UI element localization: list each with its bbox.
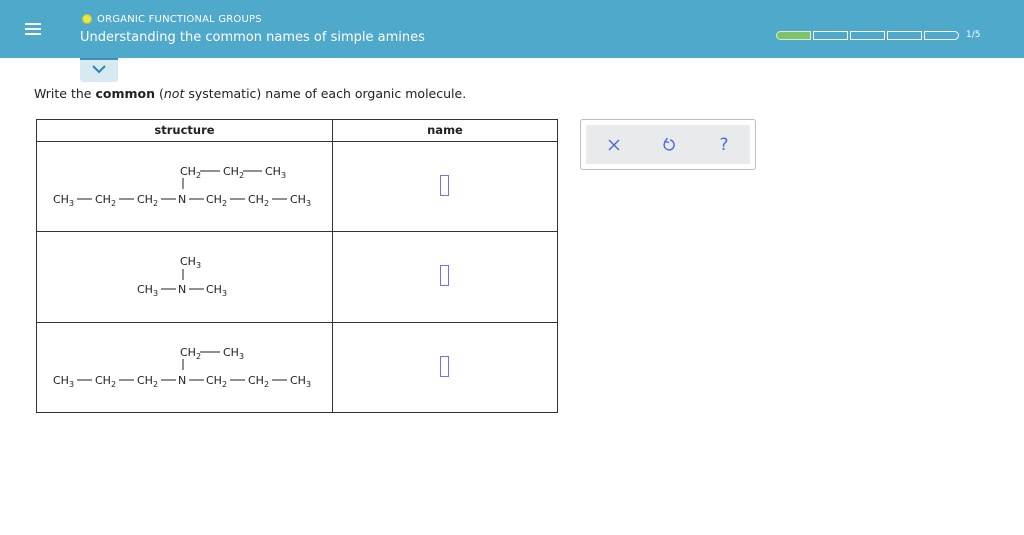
atom: CH3 [53,193,74,208]
progress-segment-5 [924,30,959,40]
atom: CH2 [95,374,116,389]
progress-segment-3 [850,30,885,40]
help-icon[interactable]: ? [714,135,734,155]
action-panel: ? [580,119,756,170]
instructions-paren: ( [155,86,164,101]
header-structure: structure [154,123,215,137]
header-name: name [427,123,463,137]
topic-row: ORGANIC FUNCTIONAL GROUPS [82,12,262,26]
atom: CH2 [248,193,269,208]
lesson-title: Understanding the common names of simple… [80,30,425,45]
menu-icon[interactable] [18,14,48,44]
molecule-1: CH2 CH2 CH3 CH3 CH2 CH2 N CH2 CH2 CH3 [53,165,311,208]
progress-segment-4 [887,30,922,40]
molecule-3: CH2 CH3 CH3 CH2 CH2 N CH2 CH2 CH3 [53,346,311,389]
topic-status-icon [82,14,92,24]
atom: CH3 [265,165,286,180]
instructions-text: Write the [34,86,96,101]
progress-label: 1/5 [966,30,981,40]
branch-3: CH2 CH3 [180,346,244,370]
atom: CH2 [248,374,269,389]
atom: CH2 [206,193,227,208]
progress-segment-2 [813,30,848,40]
top-bar: ORGANIC FUNCTIONAL GROUPS Understanding … [0,0,1024,58]
main-chain-3: CH3 CH2 CH2 N CH2 CH2 CH3 [53,374,311,389]
answer-input-2[interactable] [440,265,449,286]
topic-label: ORGANIC FUNCTIONAL GROUPS [97,13,262,25]
answer-input-3[interactable] [440,356,449,377]
atom: CH2 [206,374,227,389]
structure-cell-2: CH3 CH3 N CH3 [37,232,332,322]
column-divider [332,120,333,412]
molecule-table: structure name CH2 CH2 CH3 CH3 CH2 CH2 N [36,119,558,413]
answer-input-1[interactable] [440,175,449,196]
atom: CH2 [137,193,158,208]
main-chain-2: CH3 N CH3 [137,283,227,298]
branch-2: CH3 [180,255,201,280]
atom: CH2 [223,165,244,180]
structure-cell-1: CH2 CH2 CH3 CH3 CH2 CH2 N CH2 CH2 CH3 [37,142,332,231]
instructions-italic: not [163,86,185,101]
atom: N [178,283,186,296]
atom: CH2 [180,165,201,180]
progress-segment-1 [776,30,811,40]
atom: CH3 [223,346,244,361]
atom: CH3 [137,283,158,298]
chevron-down-icon [92,65,106,74]
action-toolbar: ? [586,125,750,164]
atom: CH2 [95,193,116,208]
branch-1: CH2 CH2 CH3 [180,165,286,189]
atom: N [178,374,186,387]
atom: CH3 [290,374,311,389]
instructions-rest: systematic) name of each organic molecul… [184,86,467,101]
atom: CH2 [137,374,158,389]
instructions: Write the common (not systematic) name o… [34,86,466,101]
progress-bar: 1/5 [776,30,980,40]
instructions-bold: common [95,86,156,101]
molecule-2: CH3 CH3 N CH3 [137,255,227,298]
structure-cell-3: CH2 CH3 CH3 CH2 CH2 N CH2 CH2 CH3 [37,323,332,412]
close-icon[interactable] [604,135,624,155]
atom: CH3 [180,255,201,270]
atom: CH3 [53,374,74,389]
collapse-toggle[interactable] [80,58,118,82]
atom: CH3 [290,193,311,208]
main-chain-1: CH3 CH2 CH2 N CH2 CH2 CH3 [53,193,311,208]
undo-icon[interactable] [659,135,679,155]
atom: CH3 [206,283,227,298]
atom: CH2 [180,346,201,361]
atom: N [178,193,186,206]
